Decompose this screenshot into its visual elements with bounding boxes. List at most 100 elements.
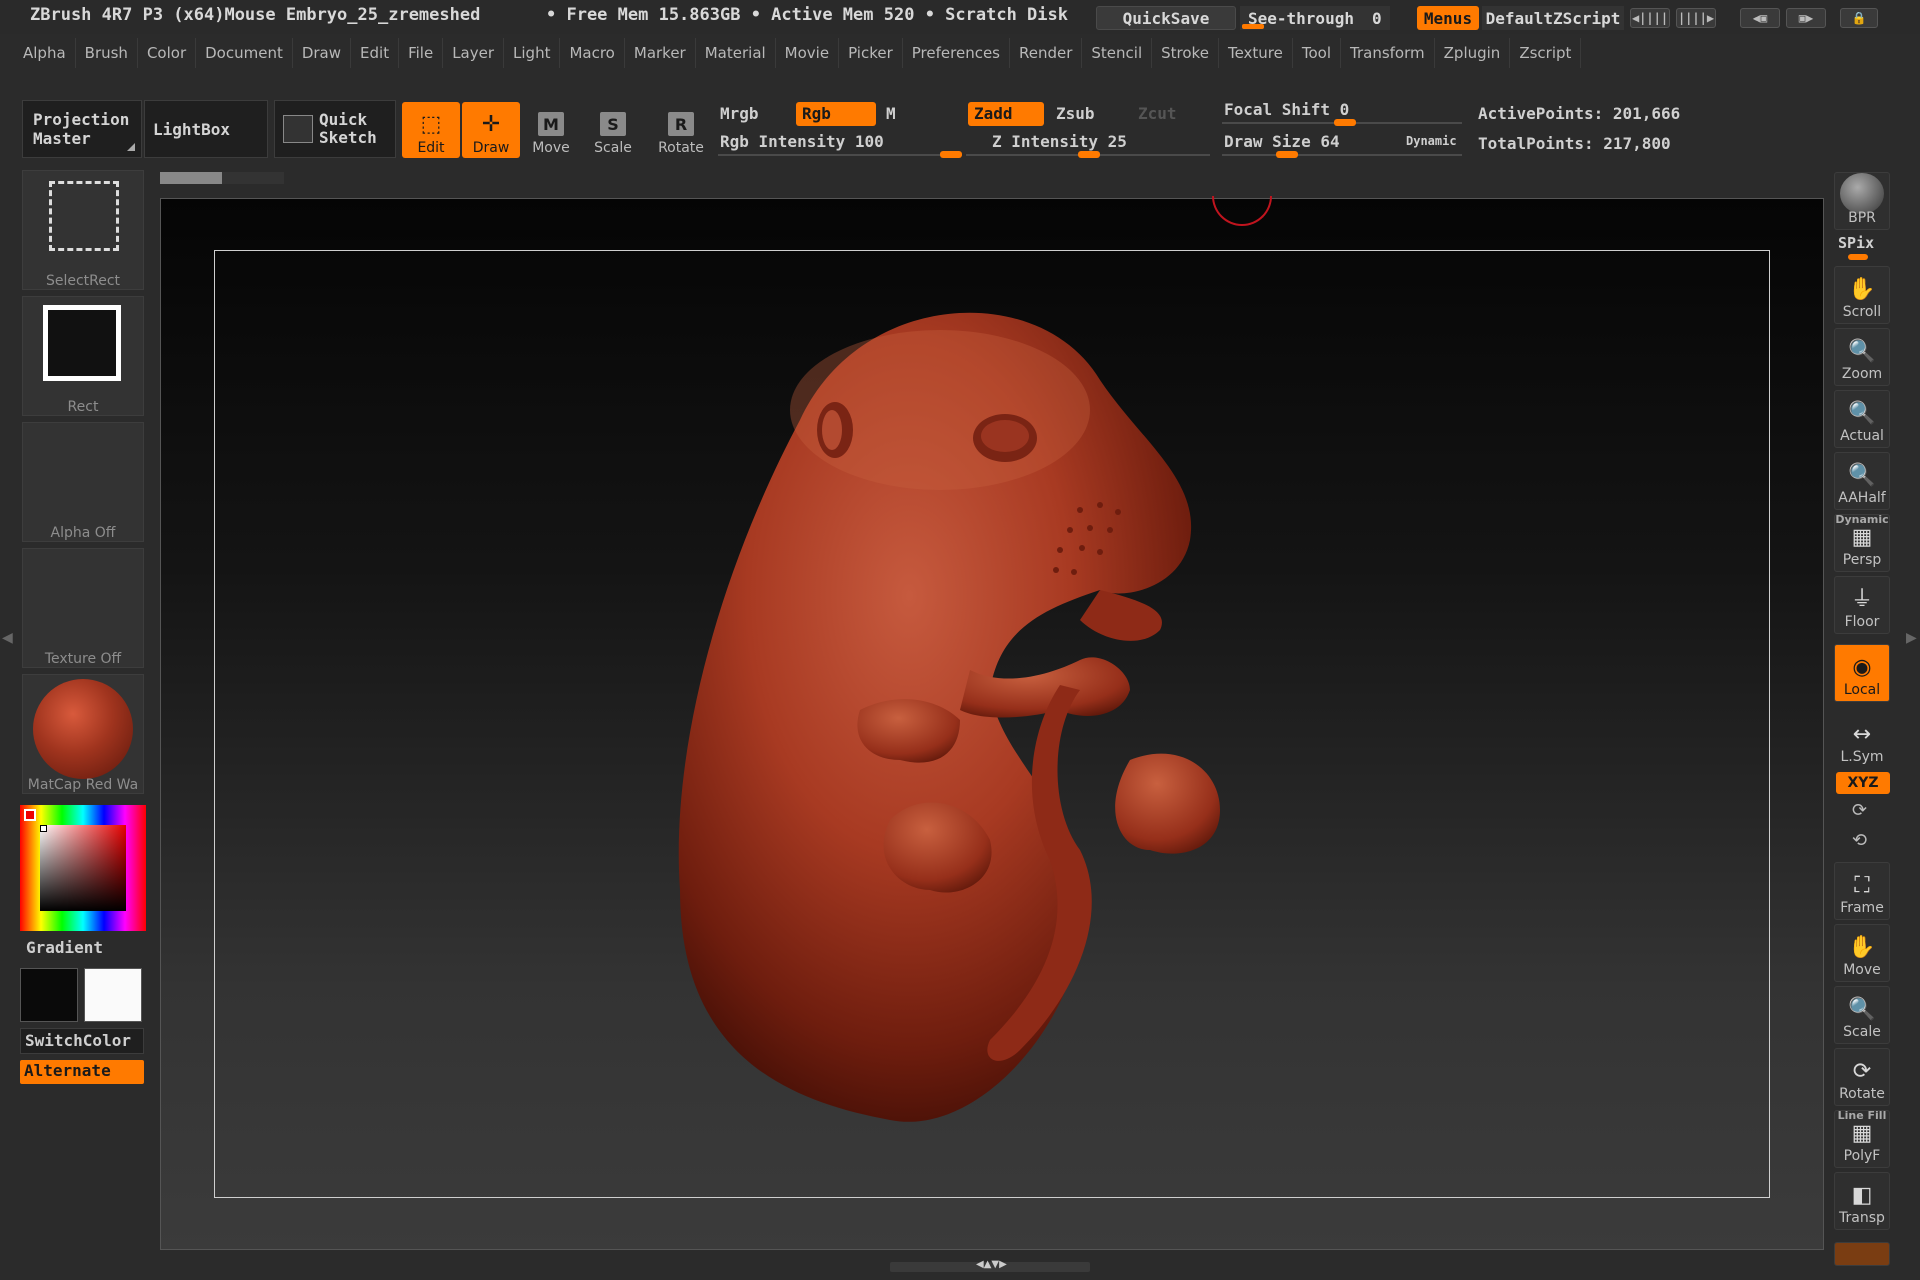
default-zscript-button[interactable]: DefaultZScript (1482, 6, 1624, 30)
menu-light[interactable]: Light (504, 38, 561, 68)
menu-edit[interactable]: Edit (351, 38, 400, 68)
mrgb-toggle[interactable]: Mrgb (714, 102, 765, 126)
menu-color[interactable]: Color (138, 38, 197, 68)
see-through-slider[interactable]: See-through 0 (1240, 6, 1390, 30)
expand-ui-icon[interactable]: ||||▶ (1676, 8, 1716, 28)
menu-preferences[interactable]: Preferences (903, 38, 1010, 68)
alpha-slot[interactable]: Alpha Off (22, 422, 144, 542)
menu-movie[interactable]: Movie (776, 38, 840, 68)
draw-size-knob[interactable] (1276, 151, 1298, 158)
menu-stroke[interactable]: Stroke (1152, 38, 1219, 68)
draw-tool-button[interactable]: ✛ Draw (462, 102, 520, 158)
actual-button[interactable]: 🔍 Actual (1834, 390, 1890, 448)
menu-transform[interactable]: Transform (1341, 38, 1435, 68)
menu-stencil[interactable]: Stencil (1082, 38, 1153, 68)
lock-icon[interactable]: 🔒 (1840, 8, 1878, 28)
see-through-value: 0 (1371, 8, 1382, 28)
alternate-toggle[interactable]: Alternate (20, 1060, 144, 1084)
menu-macro[interactable]: Macro (560, 38, 625, 68)
lsym-button[interactable]: ↔ L.Sym (1834, 710, 1890, 768)
layout-next-icon[interactable]: ▣▶ (1786, 8, 1826, 28)
scale-view-button[interactable]: 🔍 Scale (1834, 986, 1890, 1044)
scroll-button[interactable]: ✋ Scroll (1834, 266, 1890, 324)
gradient-label[interactable]: Gradient (26, 938, 103, 957)
draw-label: Draw (472, 140, 510, 156)
lightbox-button[interactable]: LightBox (144, 100, 268, 158)
color-picker-square[interactable] (40, 825, 126, 911)
bpr-button[interactable]: BPR (1834, 172, 1890, 230)
rotate-view-button[interactable]: ⟳ Rotate (1834, 1048, 1890, 1106)
z-intensity-knob[interactable] (1078, 151, 1100, 158)
menu-draw[interactable]: Draw (293, 38, 352, 68)
right-tray-toggle-icon[interactable]: ▶ (1906, 630, 1917, 646)
menu-layer[interactable]: Layer (443, 38, 505, 68)
secondary-color-swatch[interactable] (20, 968, 78, 1022)
canvas-bottom-handle[interactable]: ◀▲▼▶ (890, 1259, 1090, 1272)
select-rect-label: SelectRect (45, 273, 121, 289)
draw-size-label: Draw Size 64 (1224, 132, 1340, 151)
menu-file[interactable]: File (399, 38, 444, 68)
menu-tool[interactable]: Tool (1293, 38, 1342, 68)
move-view-button[interactable]: ✋ Move (1834, 924, 1890, 982)
menu-brush[interactable]: Brush (76, 38, 138, 68)
zcut-toggle[interactable]: Zcut (1132, 102, 1183, 126)
floor-button[interactable]: ⏚ Floor (1834, 576, 1890, 634)
m-toggle[interactable]: M (880, 102, 902, 126)
left-tray-toggle-icon[interactable]: ◀ (2, 630, 13, 646)
main-color-swatch[interactable] (24, 809, 36, 821)
mouse-embryo-model[interactable] (660, 290, 1360, 1150)
xyz-rotation-toggle[interactable]: XYZ (1836, 772, 1890, 794)
projection-master-button[interactable]: Projection Master (22, 100, 142, 158)
texture-label: Texture Off (44, 651, 122, 667)
aahalf-button[interactable]: 🔍 AAHalf (1834, 452, 1890, 510)
spix-slider[interactable] (1848, 254, 1868, 260)
transp-button[interactable]: ◧ Transp (1834, 1172, 1890, 1230)
menu-zplugin[interactable]: Zplugin (1435, 38, 1511, 68)
layout-prev-icon[interactable]: ◀▣ (1740, 8, 1780, 28)
menu-texture[interactable]: Texture (1219, 38, 1293, 68)
zoom-button[interactable]: 🔍 Zoom (1834, 328, 1890, 386)
polyframe-button[interactable]: Line Fill ▦ PolyF (1834, 1109, 1890, 1168)
texture-slot[interactable]: Texture Off (22, 548, 144, 668)
switch-color-button[interactable]: SwitchColor (20, 1028, 144, 1054)
menus-button[interactable]: Menus (1417, 6, 1479, 30)
zadd-toggle[interactable]: Zadd (968, 102, 1044, 126)
stroke-rect[interactable]: Rect (22, 296, 144, 416)
zsub-toggle[interactable]: Zsub (1050, 102, 1101, 126)
rotate-tool-button[interactable]: R Rotate (652, 102, 710, 158)
focal-shift-knob[interactable] (1334, 119, 1356, 126)
ghost-button[interactable] (1834, 1242, 1890, 1266)
draw-size-slider[interactable] (1222, 154, 1462, 156)
local-button[interactable]: ◉ Local (1834, 644, 1890, 702)
select-rect-brush[interactable]: SelectRect (22, 170, 144, 290)
material-slot[interactable]: MatCap Red Wa (22, 674, 144, 794)
quicksave-button[interactable]: QuickSave (1096, 6, 1236, 30)
rgb-intensity-knob[interactable] (940, 151, 962, 158)
rgb-toggle[interactable]: Rgb (796, 102, 876, 126)
menu-picker[interactable]: Picker (839, 38, 903, 68)
menu-material[interactable]: Material (696, 38, 776, 68)
persp-button[interactable]: Dynamic ▦ Persp (1834, 513, 1890, 572)
dynamic-toggle[interactable]: Dynamic (1406, 134, 1457, 148)
frame-button[interactable]: ⛶ Frame (1834, 862, 1890, 920)
see-through-knob[interactable] (1242, 24, 1264, 29)
menu-document[interactable]: Document (196, 38, 293, 68)
shrink-ui-icon[interactable]: ◀|||| (1630, 8, 1670, 28)
edit-tool-button[interactable]: ⬚ Edit (402, 102, 460, 158)
color-picker-cursor[interactable] (40, 825, 47, 832)
quick-sketch-button[interactable]: Quick Sketch (274, 100, 396, 158)
z-rotate-icon[interactable]: ⟲ (1852, 830, 1867, 851)
menu-marker[interactable]: Marker (625, 38, 696, 68)
primary-color-swatch[interactable] (84, 968, 142, 1022)
active-points: ActivePoints: 201,666 (1478, 104, 1681, 123)
menu-zscript[interactable]: Zscript (1510, 38, 1582, 68)
move-tool-button[interactable]: M Move (522, 102, 580, 158)
focal-shift-label: Focal Shift 0 (1224, 100, 1350, 119)
rgb-intensity-slider[interactable] (718, 154, 962, 156)
scale-tool-button[interactable]: S Scale (584, 102, 642, 158)
menu-alpha[interactable]: Alpha (14, 38, 76, 68)
y-rotate-icon[interactable]: ⟳ (1852, 800, 1867, 821)
menu-render[interactable]: Render (1010, 38, 1083, 68)
color-picker[interactable] (20, 805, 146, 931)
rotate-label: Rotate (658, 140, 704, 156)
